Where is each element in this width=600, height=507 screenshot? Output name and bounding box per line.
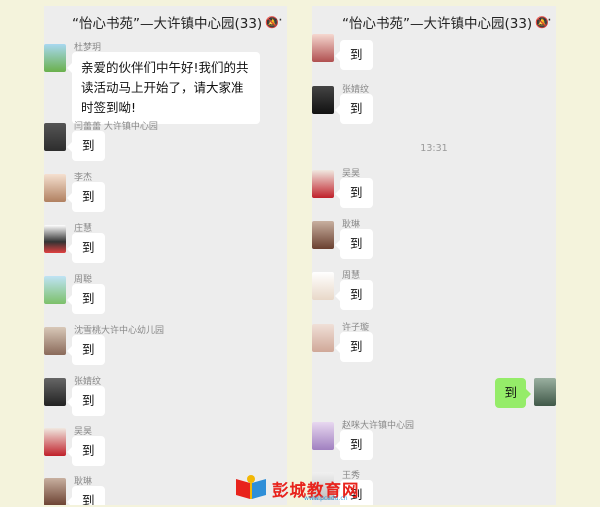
message-bubble[interactable]: 到 [67,486,105,505]
message-bubble[interactable]: 到 [335,430,373,460]
message-bubble[interactable]: 到 [335,94,373,124]
message-bubble[interactable]: 到 [67,131,105,161]
avatar[interactable] [312,324,334,352]
message-bubble[interactable]: 到 [335,280,373,310]
avatar[interactable] [312,221,334,249]
message-bubble[interactable]: 到 [335,229,373,259]
more-options-icon[interactable]: ⋯ [538,12,552,28]
message-bubble[interactable]: 到 [67,233,105,263]
avatar[interactable] [44,378,66,406]
watermark-logo: 彭城教育网 www.pcedu.cn [232,473,372,505]
message-bubble[interactable]: 亲爱的伙伴们中午好!我们的共读活动马上开始了，请大家准时签到呦! [67,52,260,124]
message-bubble[interactable]: 到 [67,182,105,212]
avatar[interactable] [44,478,66,505]
avatar[interactable] [312,272,334,300]
avatar[interactable] [44,225,66,253]
message-bubble[interactable]: 到 [335,178,373,208]
chat-title: “怡心书苑”—大许镇中心园(33) [72,16,263,32]
right-chat-panel: “怡心书苑”—大许镇中心园(33) 🔕 ⋯ 到 张婧纹 到 13:31 吴昊 到… [312,6,556,505]
my-message-bubble[interactable]: 到 [495,378,531,408]
message-bubble[interactable]: 到 [67,386,105,416]
avatar[interactable] [44,123,66,151]
avatar[interactable] [44,327,66,355]
chat-title-bar: “怡心书苑”—大许镇中心园(33) 🔕 ⋯ [312,6,556,38]
my-avatar[interactable] [534,378,556,406]
avatar[interactable] [44,174,66,202]
message-bubble[interactable]: 到 [335,332,373,362]
avatar[interactable] [44,44,66,72]
message-bubble[interactable]: 到 [335,40,373,70]
avatar[interactable] [312,170,334,198]
chat-title: “怡心书苑”—大许镇中心园(33) [342,16,533,32]
left-chat-panel: “怡心书苑”—大许镇中心园(33) 🔕 ⋯ 杜梦玥 亲爱的伙伴们中午好!我们的共… [44,6,287,505]
avatar[interactable] [312,422,334,450]
avatar[interactable] [44,276,66,304]
message-bubble[interactable]: 到 [67,335,105,365]
avatar[interactable] [312,86,334,114]
message-bubble[interactable]: 到 [67,436,105,466]
more-options-icon[interactable]: ⋯ [269,12,283,28]
message-bubble[interactable]: 到 [67,284,105,314]
avatar[interactable] [312,34,334,62]
timestamp: 13:31 [420,143,448,154]
watermark-url: www.pcedu.cn [304,495,348,502]
book-logo-icon [236,475,266,499]
avatar[interactable] [44,428,66,456]
chat-title-bar: “怡心书苑”—大许镇中心园(33) 🔕 ⋯ [44,6,287,38]
